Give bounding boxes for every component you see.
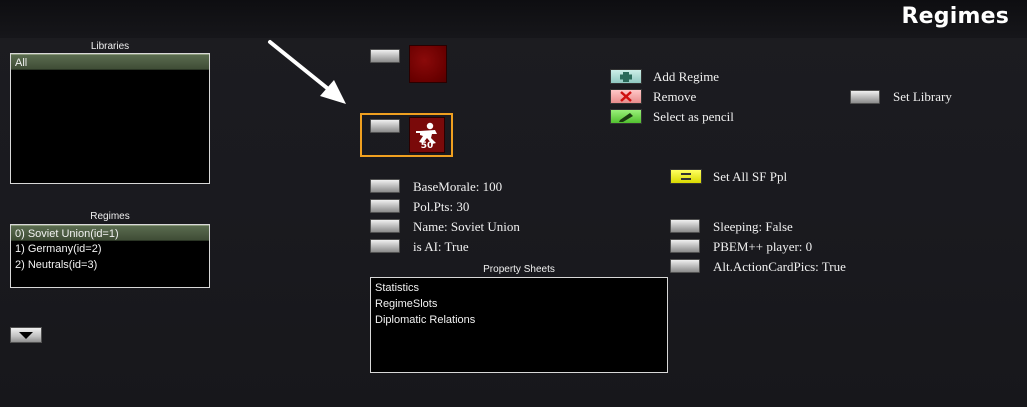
base-morale-label: BaseMorale: 100 xyxy=(413,179,503,194)
set-library-label: Set Library xyxy=(893,89,952,104)
regimes-label: Regimes xyxy=(90,211,130,222)
set-library-button[interactable] xyxy=(850,90,880,104)
select-as-pencil-button[interactable] xyxy=(610,109,642,124)
x-icon xyxy=(620,91,632,102)
list-item[interactable]: 2) Neutrals(id=3) xyxy=(11,257,209,273)
alt-action-card-pics-label: Alt.ActionCardPics: True xyxy=(713,259,846,274)
remove-label[interactable]: Remove xyxy=(653,89,696,105)
pol-pts-label: Pol.Pts: 30 xyxy=(413,199,470,214)
remove-button[interactable] xyxy=(610,89,642,104)
libraries-label: Libraries xyxy=(90,41,130,52)
is-ai-button[interactable] xyxy=(370,239,400,253)
sleeping-button[interactable] xyxy=(670,219,700,233)
property-sheets-label: Property Sheets xyxy=(483,264,555,275)
name-button[interactable] xyxy=(370,219,400,233)
title-bar: Regimes xyxy=(0,0,1027,38)
pol-pts-button[interactable] xyxy=(370,199,400,213)
add-regime-button[interactable] xyxy=(610,69,642,84)
pbem-player-label: PBEM++ player: 0 xyxy=(713,239,813,254)
unit-icon[interactable]: 50 xyxy=(409,117,445,153)
list-item[interactable]: RegimeSlots xyxy=(371,296,667,312)
libraries-list[interactable]: All xyxy=(10,53,210,184)
base-morale-button[interactable] xyxy=(370,179,400,193)
unit-pic-button[interactable] xyxy=(370,119,400,133)
name-label: Name: Soviet Union xyxy=(413,219,520,234)
regimes-list[interactable]: 0) Soviet Union(id=1) 1) Germany(id=2) 2… xyxy=(10,224,210,288)
equals-icon xyxy=(681,173,691,180)
list-item[interactable]: 0) Soviet Union(id=1) xyxy=(11,225,209,241)
add-regime-label[interactable]: Add Regime xyxy=(653,69,719,85)
color-button[interactable] xyxy=(370,49,400,63)
page-title: Regimes xyxy=(901,4,1009,29)
select-as-pencil-label[interactable]: Select as pencil xyxy=(653,109,734,125)
sleeping-label: Sleeping: False xyxy=(713,219,793,234)
regime-color-swatch[interactable] xyxy=(409,45,447,83)
plus-icon xyxy=(620,72,632,82)
annotation-arrow-icon xyxy=(268,40,346,104)
scroll-down-button[interactable] xyxy=(10,327,42,343)
list-item[interactable]: Statistics xyxy=(371,280,667,296)
list-item[interactable]: Diplomatic Relations xyxy=(371,312,667,328)
list-item[interactable]: All xyxy=(11,54,209,70)
set-all-sf-button[interactable] xyxy=(670,169,702,184)
pencil-icon xyxy=(619,113,633,122)
is-ai-label: is AI: True xyxy=(413,239,469,254)
pbem-player-button[interactable] xyxy=(670,239,700,253)
set-all-sf-label: Set All SF Ppl xyxy=(713,169,788,184)
alt-action-card-pics-button[interactable] xyxy=(670,259,700,273)
list-item[interactable]: 1) Germany(id=2) xyxy=(11,241,209,257)
unit-strength: 50 xyxy=(420,141,434,151)
triangle-down-icon xyxy=(19,332,33,339)
property-sheets-list[interactable]: Statistics RegimeSlots Diplomatic Relati… xyxy=(370,277,668,373)
